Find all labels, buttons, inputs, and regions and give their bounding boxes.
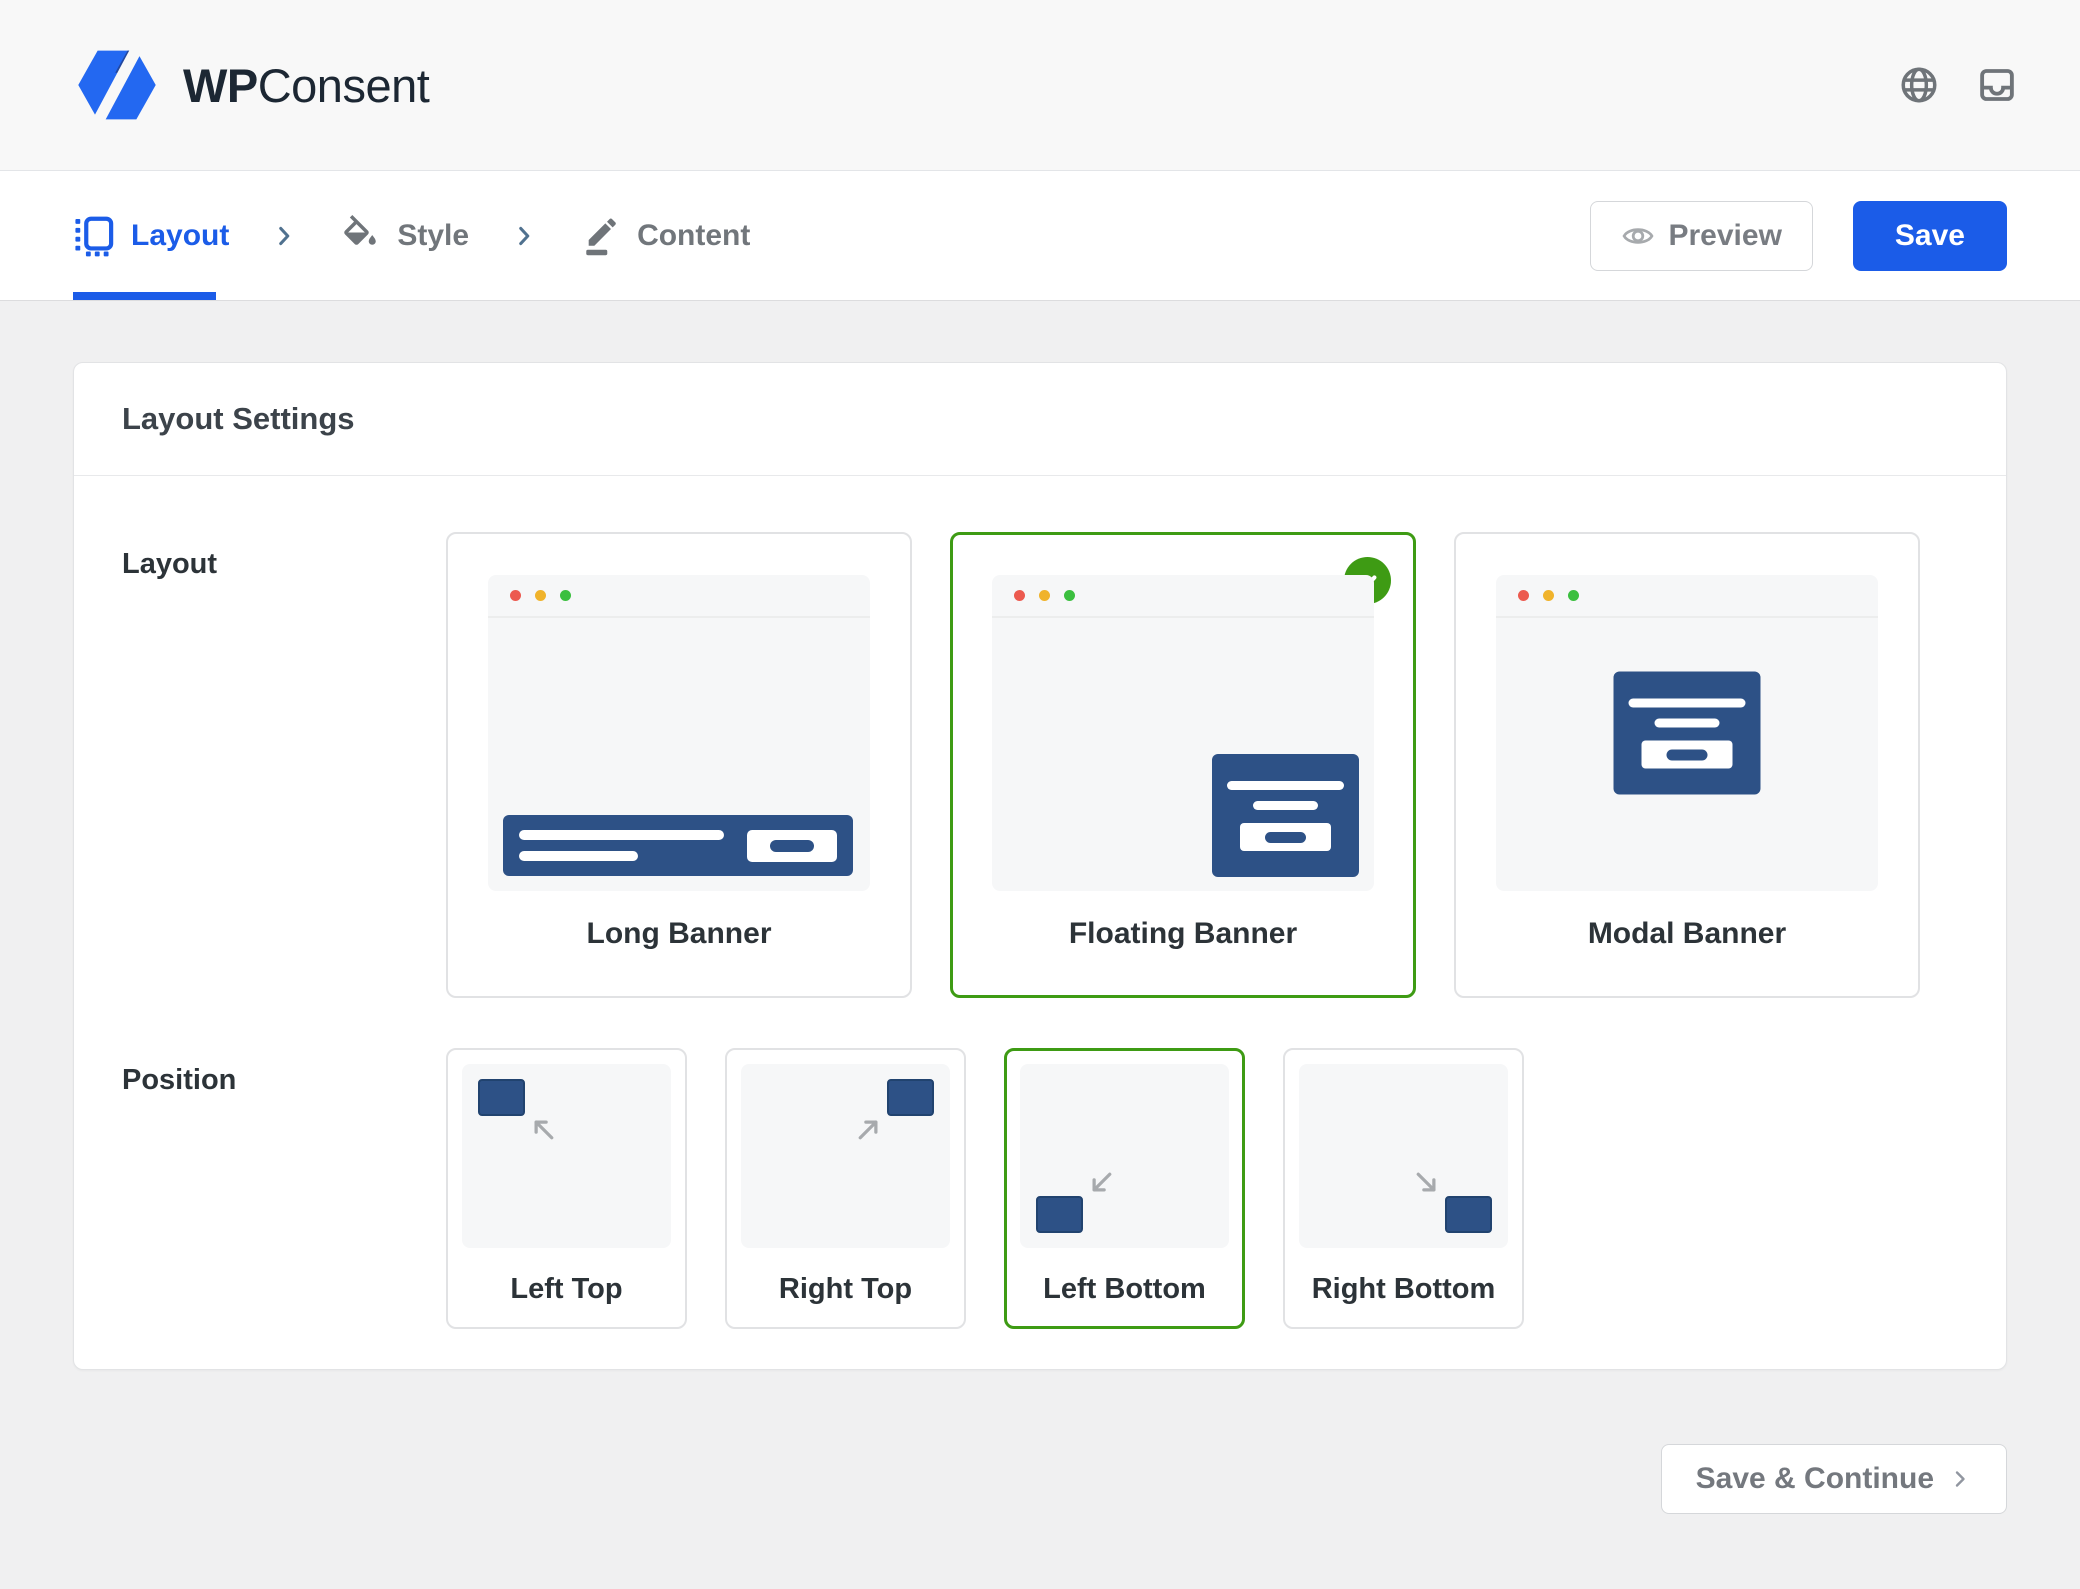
banner-position-rect — [1036, 1196, 1083, 1233]
layout-option-label: Modal Banner — [1496, 917, 1878, 951]
traffic-dot-yellow — [1543, 590, 1554, 601]
position-option-left-top[interactable]: Left Top — [446, 1048, 687, 1329]
traffic-dot-yellow — [1039, 590, 1050, 601]
position-option-left-bottom[interactable]: Left Bottom — [1004, 1048, 1245, 1329]
preview-button-label: Preview — [1669, 219, 1782, 253]
traffic-dot-red — [1014, 590, 1025, 601]
tab-layout-label: Layout — [131, 219, 229, 253]
position-option-right-top[interactable]: Right Top — [725, 1048, 966, 1329]
traffic-dot-green — [560, 590, 571, 601]
position-row-label: Position — [122, 1048, 446, 1329]
layout-row-label: Layout — [122, 532, 446, 998]
banner-position-rect — [1445, 1196, 1492, 1233]
browser-mockup — [1496, 575, 1878, 891]
settings-navbar: Layout Style Content — [0, 171, 2080, 301]
long-banner-graphic — [503, 815, 853, 876]
layout-option-long-banner[interactable]: Long Banner — [446, 532, 912, 998]
save-button[interactable]: Save — [1853, 201, 2007, 271]
arrow-down-left-icon — [1086, 1168, 1116, 1198]
footer-actions: Save & Continue — [73, 1444, 2007, 1514]
topbar: WPConsent — [0, 0, 2080, 171]
brand-name: WPConsent — [183, 58, 429, 113]
traffic-dot-yellow — [535, 590, 546, 601]
pencil-icon — [579, 215, 621, 257]
save-continue-label: Save & Continue — [1696, 1462, 1934, 1496]
arrow-up-left-icon — [528, 1114, 558, 1144]
banner-text-lines — [519, 830, 724, 861]
modal-banner-graphic — [1614, 672, 1761, 795]
banner-position-rect — [478, 1079, 525, 1116]
chevron-right-icon — [511, 223, 537, 249]
mockup-titlebar — [992, 575, 1374, 618]
brand-name-regular: Consent — [258, 59, 430, 112]
main-content: Layout Settings Layout — [0, 301, 2080, 1514]
nav-actions: Preview Save — [1590, 201, 2008, 271]
banner-accept-button-graphic — [747, 830, 837, 862]
brand-logo: WPConsent — [73, 45, 429, 125]
traffic-dot-red — [510, 590, 521, 601]
position-row: Position Left Top — [74, 998, 2006, 1329]
banner-position-rect — [887, 1079, 934, 1116]
layout-option-floating-banner[interactable]: Floating Banner — [950, 532, 1416, 998]
arrow-up-right-icon — [854, 1114, 884, 1144]
position-option-label: Right Bottom — [1299, 1273, 1508, 1306]
floating-banner-graphic — [1212, 754, 1359, 877]
save-continue-button[interactable]: Save & Continue — [1661, 1444, 2007, 1514]
position-option-label: Left Bottom — [1020, 1273, 1229, 1306]
banner-accept-button-graphic — [1642, 741, 1733, 769]
chevron-right-icon — [1948, 1467, 1972, 1491]
panel-header: Layout Settings — [74, 363, 2006, 476]
position-option-label: Left Top — [462, 1273, 671, 1306]
inbox-icon[interactable] — [1976, 64, 2018, 106]
layout-option-label: Floating Banner — [992, 917, 1374, 951]
mockup-titlebar — [1496, 575, 1878, 618]
layout-icon — [73, 215, 115, 257]
traffic-dot-red — [1518, 590, 1529, 601]
layout-option-label: Long Banner — [488, 917, 870, 951]
position-option-right-bottom[interactable]: Right Bottom — [1283, 1048, 1524, 1329]
eye-icon — [1621, 219, 1655, 253]
layout-option-modal-banner[interactable]: Modal Banner — [1454, 532, 1920, 998]
chevron-right-icon — [271, 223, 297, 249]
active-tab-underline — [73, 292, 216, 300]
wpconsent-logo-icon — [73, 45, 161, 125]
layout-row: Layout — [74, 476, 2006, 998]
tab-style-label: Style — [397, 219, 469, 253]
position-options: Left Top Right Top — [446, 1048, 1524, 1329]
browser-mockup — [488, 575, 870, 891]
globe-icon[interactable] — [1898, 64, 1940, 106]
traffic-dot-green — [1568, 590, 1579, 601]
paint-bucket-icon — [339, 215, 381, 257]
brand-name-bold: WP — [183, 59, 258, 112]
topbar-icons — [1898, 64, 2018, 106]
browser-mockup — [992, 575, 1374, 891]
position-option-label: Right Top — [741, 1273, 950, 1306]
preview-button[interactable]: Preview — [1590, 201, 1813, 271]
banner-accept-button-graphic — [1240, 823, 1331, 851]
mockup-titlebar — [488, 575, 870, 618]
tab-content-label: Content — [637, 219, 750, 253]
layout-options: Long Banner — [446, 532, 1920, 998]
traffic-dot-green — [1064, 590, 1075, 601]
tab-content[interactable]: Content — [579, 215, 750, 257]
layout-settings-panel: Layout Settings Layout — [73, 362, 2007, 1370]
panel-title: Layout Settings — [122, 401, 1958, 437]
arrow-down-right-icon — [1412, 1168, 1442, 1198]
tab-layout[interactable]: Layout — [73, 215, 229, 257]
step-tabs: Layout Style Content — [73, 215, 750, 257]
tab-style[interactable]: Style — [339, 215, 469, 257]
